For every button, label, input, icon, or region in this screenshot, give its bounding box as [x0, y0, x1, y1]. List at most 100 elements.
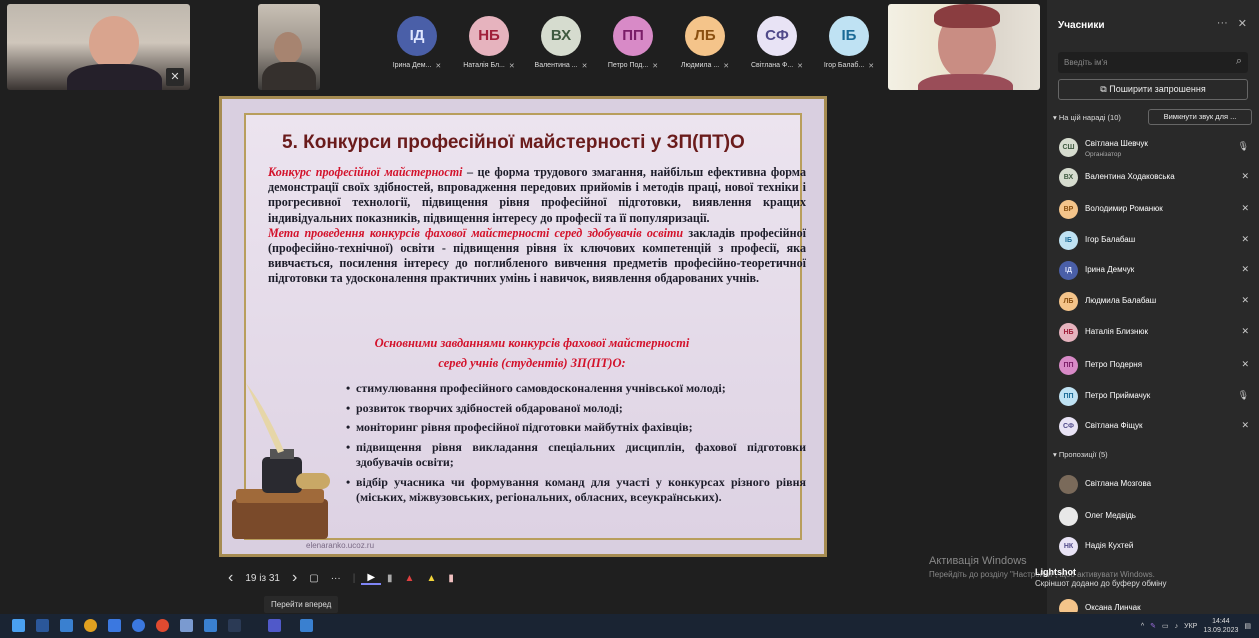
- app-icon[interactable]: [60, 619, 73, 632]
- slide-paragraph: Мета проведення конкурсів фахової майсте…: [268, 226, 806, 287]
- avatar: НБ: [1059, 323, 1078, 342]
- app-icon[interactable]: [84, 619, 97, 632]
- avatar-name: Петро Под...: [607, 62, 649, 69]
- pen-black-icon[interactable]: ▮: [381, 573, 399, 584]
- mic-on-icon[interactable]: 🎙: [1238, 390, 1249, 401]
- teams-icon[interactable]: [268, 619, 281, 632]
- pen-red-icon[interactable]: ▲: [399, 573, 421, 584]
- suggested-row[interactable]: Оксана Линчак: [1057, 598, 1253, 612]
- highlighter-yellow-icon[interactable]: ▲: [420, 573, 442, 584]
- lightshot-notification[interactable]: Lightshot Скріншот додано до буферу обмі…: [1035, 567, 1210, 588]
- video-tile-participant-3[interactable]: [888, 4, 1040, 90]
- inkwell-books-illustration: [232, 383, 330, 539]
- more-options-button[interactable]: ···: [1217, 17, 1228, 30]
- avatar-tile[interactable]: НБ Наталія Бл... ✕: [454, 16, 524, 70]
- mic-off-icon[interactable]: ✕: [1241, 203, 1249, 214]
- mic-on-icon[interactable]: 🎙: [1238, 141, 1249, 152]
- avatar: ІД: [1059, 261, 1078, 280]
- participant-row[interactable]: ПП Петро Подерня ✕: [1057, 355, 1253, 375]
- clock[interactable]: 14:44 13.09.2023: [1203, 617, 1238, 635]
- avatar-tile[interactable]: ВХ Валентина ... ✕: [526, 16, 596, 70]
- mic-off-icon[interactable]: ✕: [1241, 295, 1249, 306]
- volume-icon[interactable]: ♪: [1175, 623, 1179, 630]
- avatar-tile[interactable]: ІД Ірина Дем... ✕: [382, 16, 452, 70]
- chrome-icon[interactable]: [156, 619, 169, 632]
- divider: |: [352, 572, 356, 584]
- list-item: стимулювання професійного самовдосконале…: [346, 381, 806, 397]
- grid-view-icon[interactable]: ▢: [303, 573, 324, 584]
- participant-face: [89, 16, 139, 70]
- participant-row[interactable]: ІД Ірина Демчук ✕: [1057, 260, 1253, 280]
- previous-slide-button[interactable]: ‹: [222, 569, 239, 587]
- avatar-tile[interactable]: СФ Світлана Ф... ✕: [742, 16, 812, 70]
- suggested-row[interactable]: Олег Медвідь: [1057, 506, 1253, 526]
- chevron-up-icon[interactable]: ^: [1141, 623, 1144, 630]
- participant-row[interactable]: ВХ Валентина Ходаковська ✕: [1057, 167, 1253, 187]
- avatar-tile[interactable]: ІБ Ігор Балаб... ✕: [814, 16, 884, 70]
- participant-name: Наталія Близнюк: [1085, 327, 1148, 336]
- app-icon[interactable]: [300, 619, 313, 632]
- participant-row[interactable]: ІБ Ігор Балабаш ✕: [1057, 230, 1253, 250]
- participant-row[interactable]: СФ Світлана Фіщук ✕: [1057, 416, 1253, 436]
- avatar-initials: ІД: [409, 27, 425, 44]
- avatar-name-row: Світлана Ф... ✕: [742, 62, 812, 70]
- app-icon[interactable]: [180, 619, 193, 632]
- gear-icon[interactable]: [204, 619, 217, 632]
- video-tile-participant-1[interactable]: ✕: [7, 4, 190, 90]
- pointer-tool-icon[interactable]: ▶: [361, 572, 382, 585]
- share-invite-button[interactable]: ⧉ Поширити запрошення: [1058, 79, 1248, 100]
- suggested-row[interactable]: НК Надія Кухтей: [1057, 536, 1253, 556]
- participant-body: [262, 62, 316, 90]
- notifications-icon[interactable]: ▤: [1244, 622, 1251, 630]
- participant-row[interactable]: ПП Петро Приймачук 🎙: [1057, 386, 1253, 406]
- mute-all-button[interactable]: Вимкнути звук для ...: [1148, 109, 1252, 125]
- mic-off-icon[interactable]: ✕: [1241, 359, 1249, 370]
- participant-name: Петро Приймачук: [1085, 391, 1151, 400]
- close-icon[interactable]: ✕: [1238, 17, 1247, 30]
- search-input[interactable]: Введіть ім'я ⌕: [1058, 52, 1248, 73]
- mic-off-icon[interactable]: ✕: [1241, 420, 1249, 431]
- participant-name: Ігор Балабаш: [1085, 235, 1136, 244]
- app-icon[interactable]: [132, 619, 145, 632]
- avatar: ПП: [1059, 387, 1078, 406]
- in-meeting-section-header[interactable]: ▾ На цій нараді (10): [1053, 113, 1121, 122]
- avatar-tile[interactable]: ПП Петро Под... ✕: [598, 16, 668, 70]
- participant-row[interactable]: СШ Світлана Шевчук Організатор 🎙: [1057, 137, 1253, 158]
- suggested-row[interactable]: Світлана Мозгова: [1057, 474, 1253, 494]
- slide-footer: elenaranko.ucoz.ru: [306, 541, 375, 550]
- participant-role: Організатор: [1085, 151, 1122, 158]
- list-item: відбір учасника чи формування команд для…: [346, 475, 806, 506]
- mic-off-icon[interactable]: ✕: [1241, 171, 1249, 182]
- mic-off-icon[interactable]: ✕: [1241, 326, 1249, 337]
- app-icon[interactable]: [228, 619, 241, 632]
- mic-off-icon[interactable]: ✕: [1241, 234, 1249, 245]
- mic-off-icon[interactable]: ✕: [1241, 264, 1249, 275]
- slide-body: Конкурс професійної майстерності – це фо…: [268, 165, 806, 287]
- more-options-button[interactable]: ···: [325, 573, 347, 584]
- language-indicator[interactable]: УКР: [1184, 623, 1197, 630]
- slide-paragraph: Конкурс професійної майстерності – це фо…: [268, 165, 806, 226]
- start-icon[interactable]: [12, 619, 25, 632]
- suggested-section-header[interactable]: ▾ Пропозиції (5): [1053, 450, 1108, 459]
- participant-row[interactable]: ВР Володимир Романюк ✕: [1057, 199, 1253, 219]
- avatar-initials: ЛБ: [694, 27, 716, 44]
- mic-off-icon: ✕: [868, 63, 875, 70]
- network-icon[interactable]: ▭: [1162, 622, 1169, 630]
- app-icon[interactable]: [36, 619, 49, 632]
- mic-off-icon: ✕: [435, 63, 442, 70]
- participant-row[interactable]: НБ Наталія Близнюк ✕: [1057, 322, 1253, 342]
- slide-counter: 19 із 31: [245, 572, 280, 584]
- eraser-icon[interactable]: ▮: [442, 573, 460, 584]
- list-item: моніторинг рівня професійної підготовки …: [346, 420, 806, 436]
- avatar-name-row: Петро Под... ✕: [598, 62, 668, 70]
- lightshot-tray-icon[interactable]: ✎: [1150, 622, 1156, 630]
- participant-name: Володимир Романюк: [1085, 204, 1163, 213]
- participant-row[interactable]: ЛБ Людмила Балабаш ✕: [1057, 291, 1253, 311]
- avatar: СШ: [1059, 138, 1078, 157]
- slide-title: 5. Конкурси професійної майстерності у З…: [282, 132, 745, 153]
- app-icon[interactable]: [108, 619, 121, 632]
- avatar-tile[interactable]: ЛБ Людмила ... ✕: [670, 16, 740, 70]
- video-tile-participant-2[interactable]: [258, 4, 320, 90]
- avatar-name: Наталія Бл...: [463, 62, 505, 69]
- next-slide-button[interactable]: ›: [286, 569, 303, 587]
